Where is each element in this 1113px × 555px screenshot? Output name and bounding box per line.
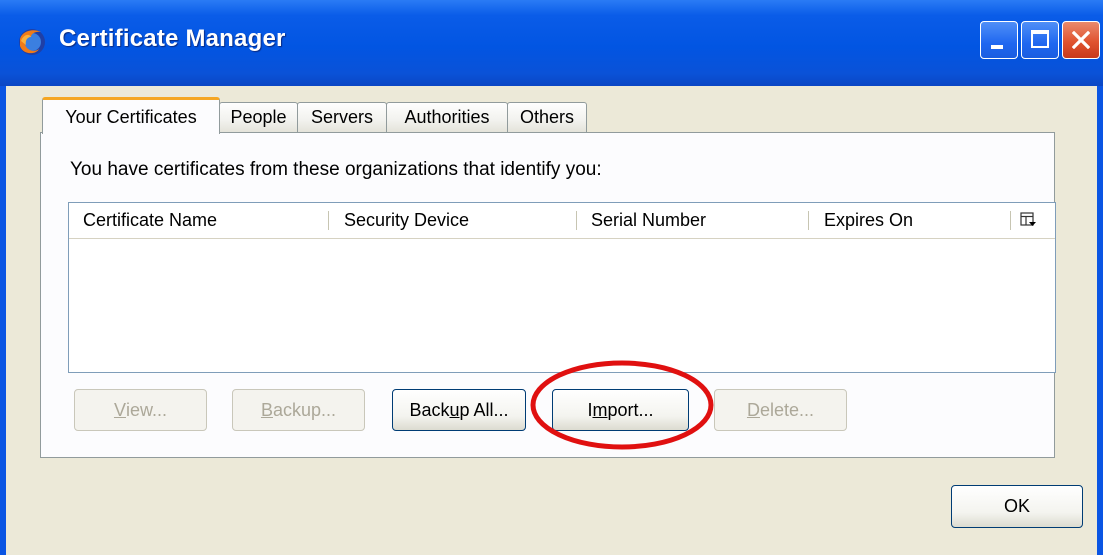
column-header-certificate-name[interactable]: Certificate Name [83, 203, 217, 238]
backup-all-button[interactable]: Back u p All... [392, 389, 526, 431]
access-key: u [449, 399, 460, 420]
button-label: ackup... [272, 399, 337, 420]
delete-button[interactable]: Delete... [714, 389, 847, 431]
close-button[interactable] [1062, 21, 1100, 59]
tab-people[interactable]: People [219, 102, 298, 132]
column-header-serial-number[interactable]: Serial Number [591, 203, 706, 238]
access-key: D [746, 399, 760, 420]
column-header-expires-on[interactable]: Expires On [824, 203, 913, 238]
button-label: iew... [125, 399, 168, 420]
tab-others[interactable]: Others [507, 102, 587, 132]
dialog-body: Your Certificates People Servers Authori… [6, 86, 1097, 555]
minimize-button[interactable] [980, 21, 1018, 59]
close-icon [1072, 31, 1090, 49]
maximize-button[interactable] [1021, 21, 1059, 59]
button-label: elete... [759, 399, 815, 420]
tab-label: Your Certificates [65, 106, 197, 127]
button-label: port... [607, 399, 654, 420]
tab-authorities[interactable]: Authorities [386, 102, 508, 132]
ok-button[interactable]: OK [951, 485, 1083, 528]
tab-label: Others [519, 107, 575, 127]
column-picker-icon[interactable] [1020, 212, 1037, 228]
tab-servers[interactable]: Servers [297, 102, 387, 132]
column-header-security-device[interactable]: Security Device [344, 203, 469, 238]
access-key: B [260, 399, 273, 420]
button-label: p All... [459, 399, 509, 420]
tab-your-certificates[interactable]: Your Certificates [42, 97, 220, 134]
certificate-manager-window: Certificate Manager Your Certificates Pe… [0, 0, 1103, 555]
intro-text: You have certificates from these organiz… [70, 159, 602, 180]
maximize-icon [1031, 30, 1049, 48]
your-certificates-panel: You have certificates from these organiz… [40, 132, 1056, 458]
column-separator[interactable] [328, 211, 329, 230]
access-key: V [113, 399, 126, 420]
import-button[interactable]: Im port... [552, 389, 689, 431]
tab-label: Servers [310, 107, 373, 127]
view-button[interactable]: View... [74, 389, 207, 431]
tab-label: People [230, 107, 287, 127]
column-separator[interactable] [1010, 211, 1011, 230]
minimize-icon [991, 45, 1003, 49]
certificate-list[interactable]: Certificate Name Security Device Serial … [68, 202, 1056, 373]
button-label: Back [409, 399, 450, 420]
access-key: m [592, 399, 608, 420]
column-separator[interactable] [808, 211, 809, 230]
column-separator[interactable] [576, 211, 577, 230]
ok-label: OK [1003, 496, 1030, 516]
title-bar[interactable]: Certificate Manager [0, 0, 1103, 86]
tab-label: Authorities [404, 107, 490, 127]
window-title: Certificate Manager [59, 25, 286, 52]
column-header-row: Certificate Name Security Device Serial … [69, 203, 1055, 239]
firefox-icon [19, 29, 45, 55]
backup-button[interactable]: Backup... [232, 389, 365, 431]
